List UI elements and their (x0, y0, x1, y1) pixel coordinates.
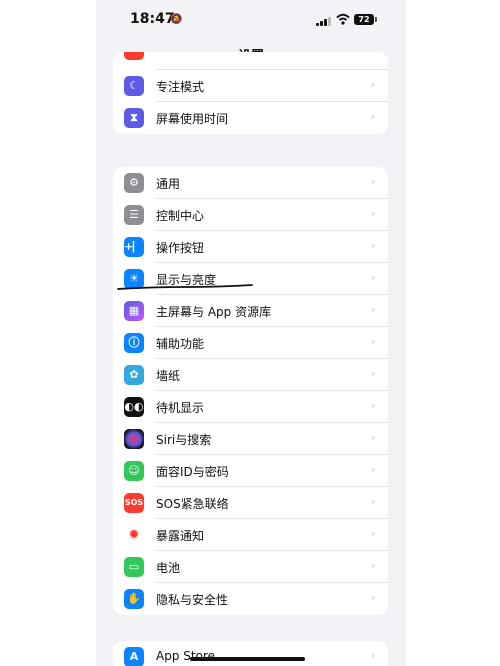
ink-underline-stroke (117, 284, 253, 290)
